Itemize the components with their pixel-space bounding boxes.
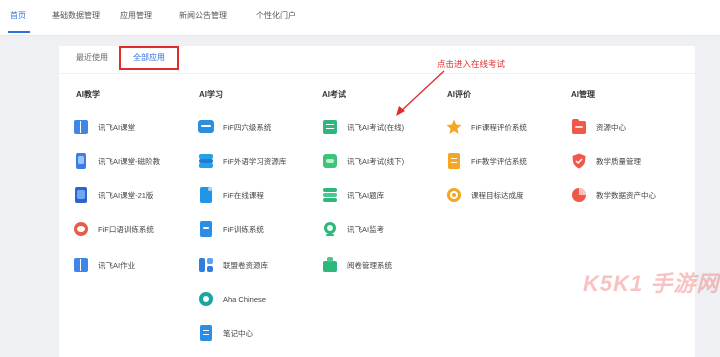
app-label: FiF训练系统: [223, 224, 264, 234]
subtab-divider: [59, 73, 695, 74]
app-item[interactable]: FiF在线课程: [198, 186, 264, 204]
active-tab-indicator: [8, 31, 30, 33]
evaluation-doc-icon: [446, 153, 462, 169]
aha-chinese-icon: [198, 291, 214, 307]
column-title-ai-exam: AI考试: [322, 90, 346, 99]
app-label: FiF课程评价系统: [471, 122, 527, 132]
proctor-camera-icon: [322, 221, 338, 237]
app-item[interactable]: Aha Chinese: [198, 290, 266, 308]
nav-tab-portal[interactable]: 个性化门户: [256, 10, 296, 21]
app-label: FiF在线课程: [223, 190, 264, 200]
app-item[interactable]: 阅卷管理系统: [322, 256, 392, 274]
app-item[interactable]: FiF教学评估系统: [446, 152, 527, 170]
app-label: 教学数据资产中心: [596, 190, 656, 200]
nav-tab-home[interactable]: 首页: [10, 10, 26, 21]
app-label: 联盟卷资源库: [223, 260, 268, 270]
app-item[interactable]: FiF口语训练系统: [73, 220, 154, 238]
online-exam-icon: [322, 119, 338, 135]
column-title-ai-evaluation: AI评价: [447, 90, 471, 99]
app-label: 讯飞AI考试(线下): [347, 156, 405, 166]
question-bank-icon: [322, 187, 338, 203]
training-doc-icon: [198, 221, 214, 237]
app-item[interactable]: 教学质量管理: [571, 152, 641, 170]
tab-recent-apps[interactable]: 最近使用: [76, 52, 108, 63]
column-title-ai-teaching: AI教学: [76, 90, 100, 99]
app-label: 讯飞AI课堂-21版: [98, 190, 154, 200]
quality-shield-icon: [571, 153, 587, 169]
app-label: 讯飞AI课堂-磁阶教: [98, 156, 161, 166]
resource-grid-icon: [198, 257, 214, 273]
nav-tab-basic-data[interactable]: 基础数据管理: [52, 10, 100, 21]
annotation-text: 点击进入在线考试: [437, 59, 506, 69]
notes-icon: [198, 325, 214, 341]
app-label: 笔记中心: [223, 328, 253, 338]
app-item[interactable]: FiF训练系统: [198, 220, 264, 238]
grading-icon: [322, 257, 338, 273]
app-item[interactable]: 联盟卷资源库: [198, 256, 268, 274]
mobile-classroom-icon: [73, 153, 89, 169]
app-label: 讯飞AI作业: [98, 260, 136, 270]
app-label: 阅卷管理系统: [347, 260, 392, 270]
app-label: FiF四六级系统: [223, 122, 272, 132]
homework-book-icon: [73, 257, 89, 273]
app-label: 讯飞AI课堂: [98, 122, 136, 132]
s-resource-icon: [198, 153, 214, 169]
resource-center-icon: [571, 119, 587, 135]
app-item[interactable]: 教学数据资产中心: [571, 186, 656, 204]
nav-tab-app-management[interactable]: 应用管理: [120, 10, 152, 21]
app-label: 讯飞AI考试(在线): [347, 122, 405, 132]
tablet-classroom-icon: [73, 187, 89, 203]
app-exam-icon: [322, 153, 338, 169]
app-label: FiF教学评估系统: [471, 156, 527, 166]
app-item[interactable]: 讯飞AI监考: [322, 220, 384, 238]
app-label: Aha Chinese: [223, 294, 266, 304]
app-item[interactable]: FiF外语学习资源库: [198, 152, 286, 170]
top-navigation: 首页 基础数据管理 应用管理 新闻公告管理 个性化门户: [0, 0, 720, 36]
star-icon: [446, 119, 462, 135]
app-item[interactable]: 课程目标达成度: [446, 186, 524, 204]
app-item[interactable]: 讯飞AI考试(线下): [322, 152, 404, 170]
app-label: 讯飞AI监考: [347, 224, 385, 234]
app-item[interactable]: 讯飞AI考试(在线): [322, 118, 404, 136]
site-watermark: K5K1 手游网: [583, 271, 720, 296]
app-label: 教学质量管理: [596, 156, 641, 166]
online-course-icon: [198, 187, 214, 203]
column-title-ai-learning: AI学习: [199, 90, 223, 99]
app-label: 资源中心: [596, 122, 626, 132]
app-label: FiF口语训练系统: [98, 224, 154, 234]
data-pie-icon: [571, 187, 587, 203]
app-item[interactable]: 讯飞AI课堂-21版: [73, 186, 153, 204]
app-item[interactable]: FiF课程评价系统: [446, 118, 527, 136]
app-item[interactable]: 讯飞AI作业: [73, 256, 135, 274]
nav-tab-news[interactable]: 新闻公告管理: [179, 10, 227, 21]
column-title-ai-management: AI管理: [571, 90, 595, 99]
app-item[interactable]: 讯飞AI题库: [322, 186, 384, 204]
app-item[interactable]: 笔记中心: [198, 324, 253, 342]
target-icon: [446, 187, 462, 203]
app-item[interactable]: 讯飞AI课堂: [73, 118, 135, 136]
app-label: FiF外语学习资源库: [223, 156, 287, 166]
app-item[interactable]: FiF四六级系统: [198, 118, 271, 136]
highlight-box: [119, 46, 179, 70]
app-item[interactable]: 资源中心: [571, 118, 626, 136]
speech-training-icon: [73, 221, 89, 237]
app-label: 课程目标达成度: [471, 190, 524, 200]
book-icon: [73, 119, 89, 135]
app-item[interactable]: 讯飞AI课堂-磁阶教: [73, 152, 160, 170]
cet-chat-icon: [198, 119, 214, 135]
app-label: 讯飞AI题库: [347, 190, 385, 200]
